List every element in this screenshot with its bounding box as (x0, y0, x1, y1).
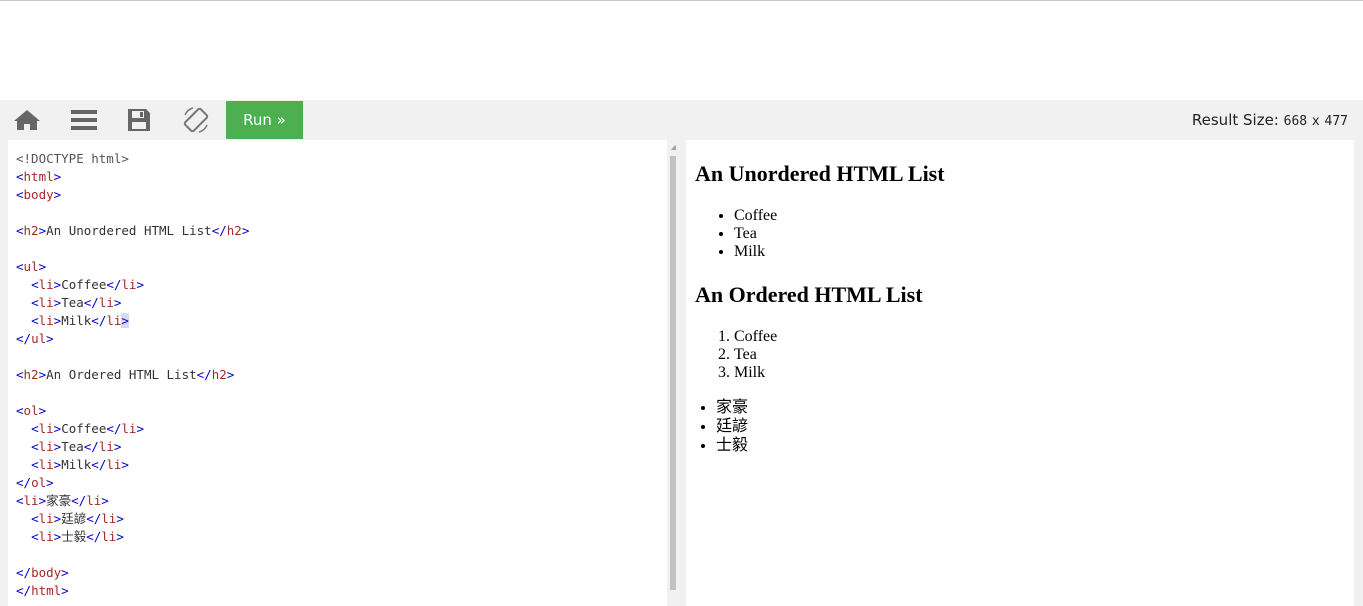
list-item: Tea (734, 346, 777, 364)
code-line: </body> (16, 565, 69, 580)
code-line: <ul> (16, 259, 47, 274)
unordered-list: Coffee Tea Milk (734, 207, 777, 261)
code-line: <ol> (16, 403, 47, 418)
list-item: 家豪 (716, 398, 748, 417)
code-line: <li>Coffee</li> (31, 421, 144, 436)
result-times: x (1311, 114, 1320, 129)
scroll-up-arrow[interactable] (671, 145, 676, 150)
list-item: Coffee (734, 328, 777, 346)
result-size-label: Result Size: (1191, 111, 1279, 129)
result-pane: An Unordered HTML List Coffee Tea Milk A… (686, 140, 1354, 606)
code-line: <body> (16, 187, 62, 202)
code-line: <li>Milk</li> (31, 457, 129, 472)
code-line: <li>士毅</li> (31, 529, 124, 544)
workspace: <!DOCTYPE html> <html> <body> <h2>An Unord… (0, 140, 1363, 606)
code-editor[interactable]: <!DOCTYPE html> <html> <body> <h2>An Unord… (8, 140, 676, 606)
code-content[interactable]: <!DOCTYPE html> <html> <body> <h2>An Unord… (16, 150, 249, 600)
code-line: <li>廷諺</li> (31, 511, 124, 526)
code-line: <li>家豪</li> (16, 493, 109, 508)
list-item: 廷諺 (716, 417, 748, 436)
code-line: <li>Tea</li> (31, 295, 122, 310)
heading-ordered: An Ordered HTML List (695, 282, 923, 307)
rotate-icon[interactable] (176, 100, 216, 140)
editor-scrollbar[interactable] (667, 140, 676, 606)
list-item: Tea (734, 225, 777, 243)
list-item: 士毅 (716, 436, 748, 455)
run-button[interactable]: Run » (226, 101, 303, 139)
menu-icon[interactable] (64, 100, 104, 140)
code-line: <html> (16, 169, 62, 184)
result-width: 668 (1283, 114, 1308, 129)
code-line: </ol> (16, 475, 54, 490)
top-border (0, 0, 1363, 1)
code-line: </ul> (16, 331, 54, 346)
result-size: Result Size: 668 x 477 (1192, 111, 1348, 129)
code-line: <li>Tea</li> (31, 439, 122, 454)
code-line: <li>Coffee</li> (31, 277, 144, 292)
ordered-list: Coffee Tea Milk (734, 328, 777, 382)
result-height: 477 (1324, 114, 1348, 129)
code-line: </html> (16, 583, 69, 598)
home-icon[interactable] (7, 100, 47, 140)
list-item: Milk (734, 364, 777, 382)
code-line: <h2>An Ordered HTML List</h2> (16, 367, 235, 382)
save-icon[interactable] (119, 100, 159, 140)
scroll-thumb[interactable] (670, 156, 676, 590)
code-line: <!DOCTYPE html> (16, 151, 129, 166)
code-line: <h2>An Unordered HTML List</h2> (16, 223, 250, 238)
extra-list: 家豪 廷諺 士毅 (716, 398, 748, 455)
toolbar: Run » Result Size: 668 x 477 (0, 100, 1363, 140)
list-item: Milk (734, 243, 777, 261)
code-line: <li>Milk</li> (31, 313, 129, 328)
list-item: Coffee (734, 207, 777, 225)
heading-unordered: An Unordered HTML List (695, 161, 945, 186)
